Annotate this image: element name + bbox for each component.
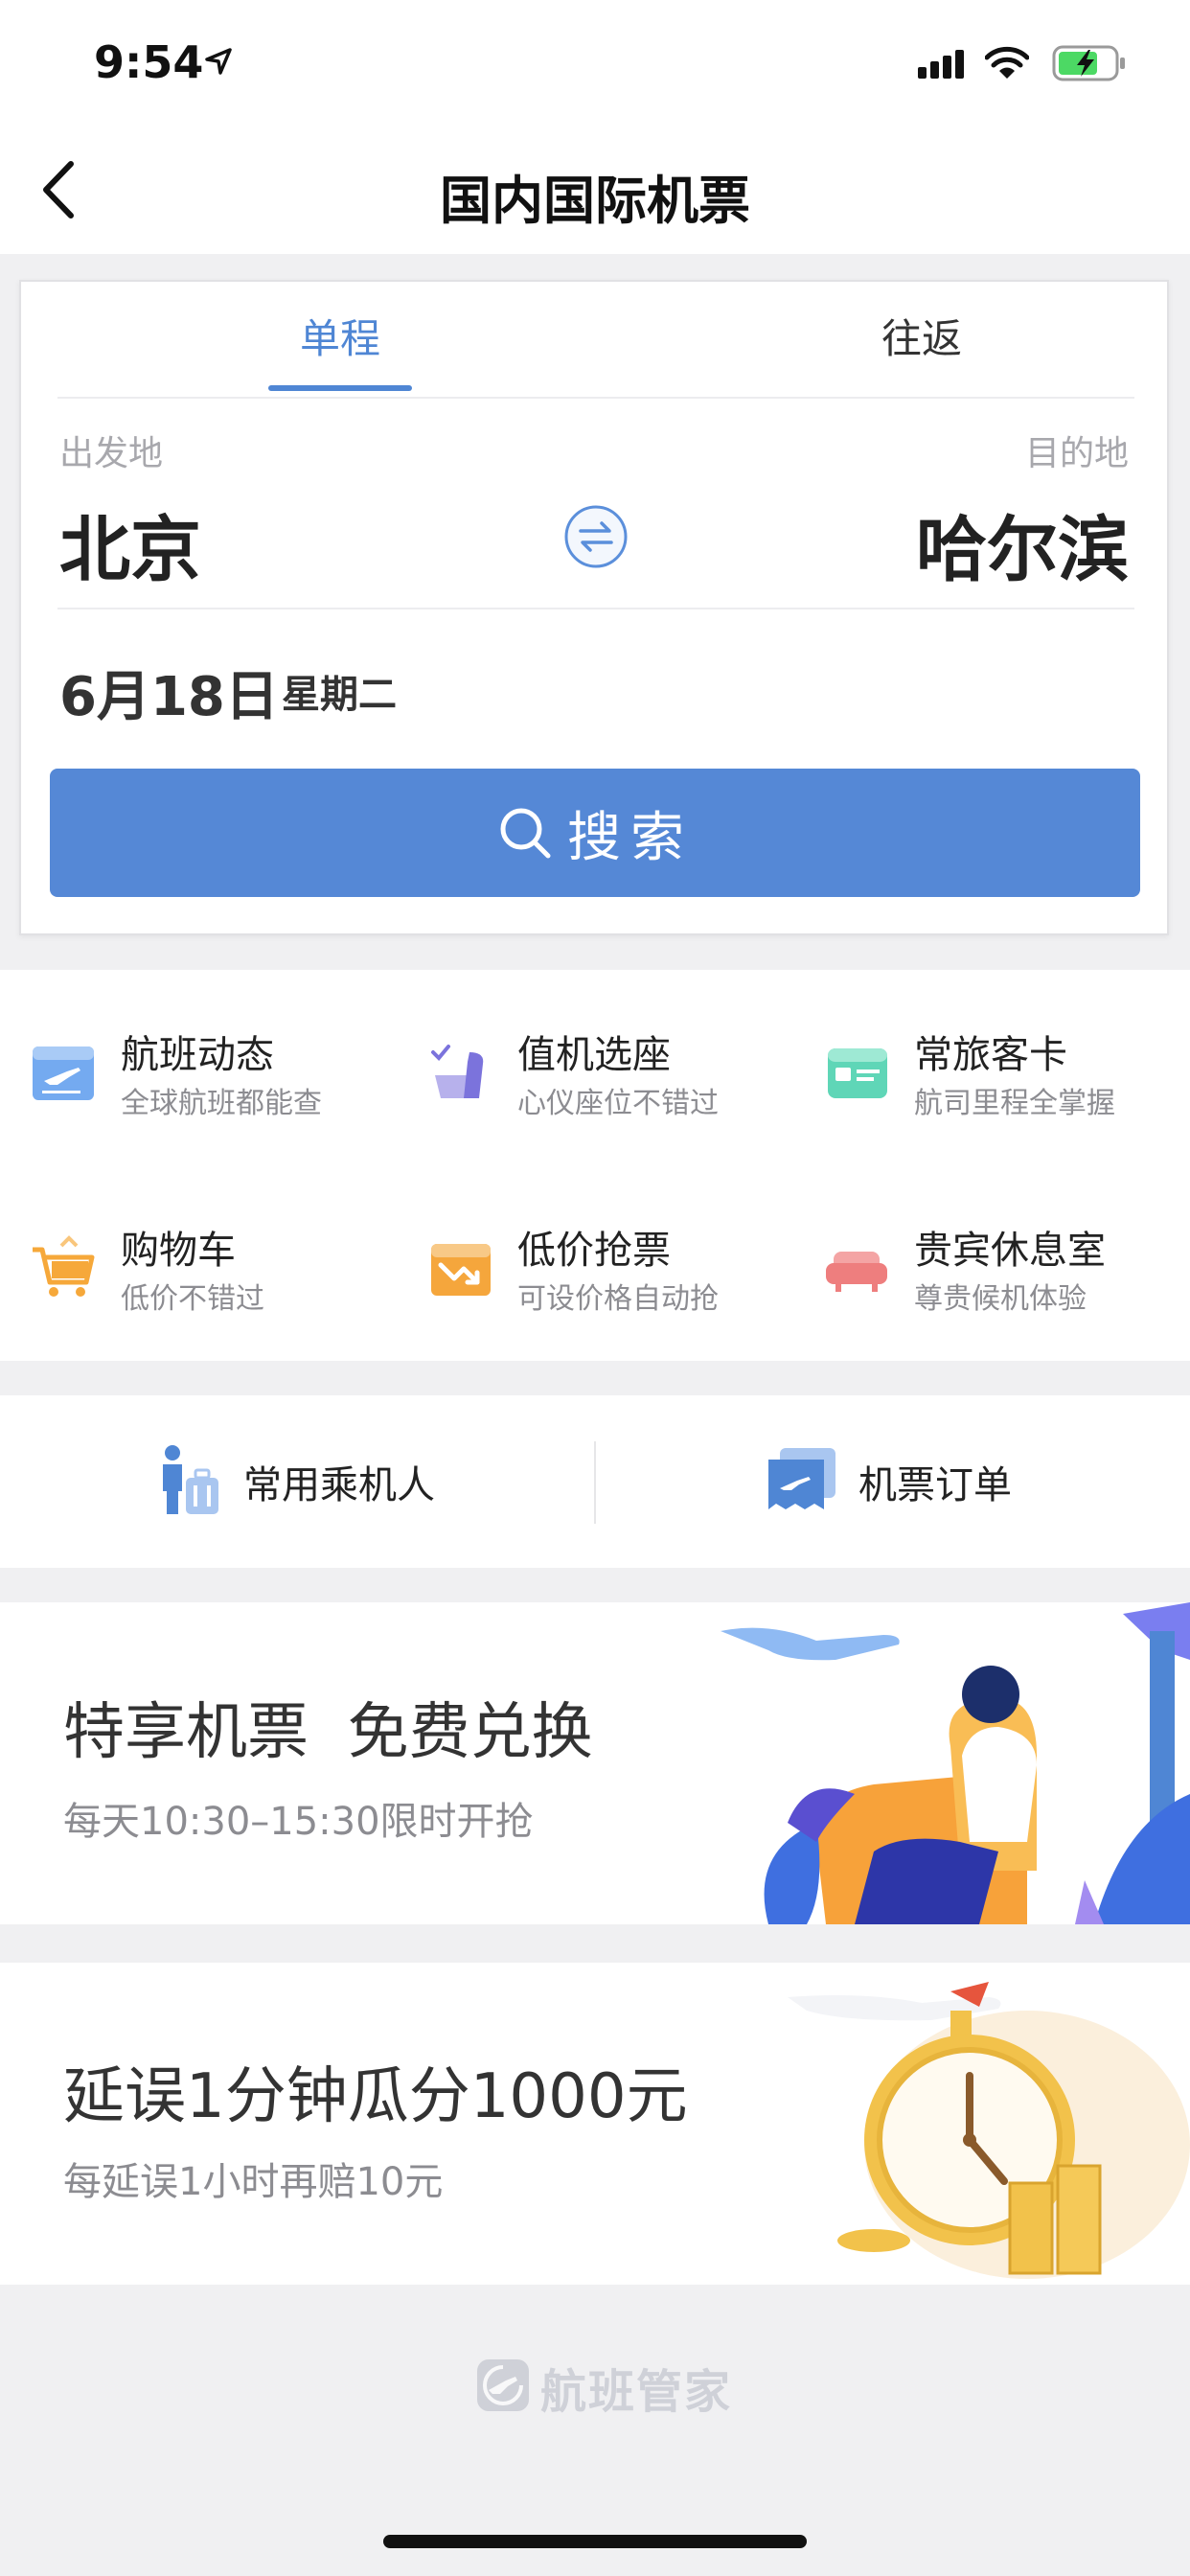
feature-grid: 航班动态 全球航班都能查 值机选座 心仪座位不错过 常旅客卡 航司里程全掌握 购…: [0, 970, 1190, 1361]
status-time: 9:54: [94, 36, 204, 88]
cellular-signal-icon: [918, 50, 970, 82]
frequent-passengers-link[interactable]: 常用乘机人: [155, 1395, 435, 1568]
departure-label: 出发地: [59, 434, 164, 473]
clock-coins-illustration: [788, 1963, 1190, 2285]
feature-subtitle: 航司里程全掌握: [914, 1087, 1115, 1120]
banner-subtitle: 每天10:30–15:30限时开抢: [63, 1800, 534, 1844]
feature-flight-status[interactable]: 航班动态 全球航班都能查: [0, 1010, 383, 1144]
promo-banner-delay-compensation[interactable]: 延误1分钟瓜分1000元 每延误1小时再赔10元: [0, 1963, 1190, 2285]
seat-icon: [425, 1039, 494, 1108]
feature-subtitle: 可设价格自动抢: [517, 1282, 719, 1316]
feature-title: 航班动态: [121, 1033, 274, 1077]
departure-weekday: 星期二: [282, 673, 397, 717]
active-tab-indicator: [268, 385, 412, 391]
city-divider: [57, 608, 1134, 610]
feature-subtitle: 全球航班都能查: [121, 1087, 322, 1120]
banner-title: 延误1分钟瓜分1000元: [63, 2061, 688, 2132]
feature-shopping-cart[interactable]: 购物车 低价不错过: [0, 1206, 383, 1340]
banner-subtitle: 每延误1小时再赔10元: [63, 2160, 444, 2204]
low-price-icon: [425, 1234, 494, 1303]
feature-subtitle: 低价不错过: [121, 1282, 264, 1316]
departure-date[interactable]: 6月18日: [59, 654, 279, 731]
brand-shield-icon: [475, 2358, 531, 2417]
destination-city[interactable]: 哈尔滨: [916, 493, 1129, 595]
feature-subtitle: 心仪座位不错过: [517, 1087, 719, 1120]
order-icon: [767, 1446, 839, 1517]
traveler-illustration: [711, 1602, 1190, 1924]
search-icon: [496, 804, 554, 862]
passenger-icon: [155, 1441, 224, 1522]
banner-title: 特享机票 免费兑换: [63, 1697, 593, 1768]
footer-brand-name: 航班管家: [540, 2365, 733, 2419]
promo-banner-free-ticket[interactable]: 特享机票 免费兑换 每天10:30–15:30限时开抢: [0, 1602, 1190, 1924]
feature-vip-lounge[interactable]: 贵宾休息室 尊贵候机体验: [793, 1206, 1177, 1340]
swap-cities-icon[interactable]: [563, 504, 629, 569]
search-button[interactable]: 搜索: [50, 769, 1140, 897]
flight-status-icon: [29, 1039, 98, 1108]
feature-title: 值机选座: [517, 1033, 671, 1077]
search-button-label: 搜索: [567, 806, 694, 869]
flight-orders-link[interactable]: 机票订单: [767, 1395, 1012, 1568]
quick-links-divider: [594, 1441, 596, 1524]
departure-city[interactable]: 北京: [59, 493, 201, 595]
feature-title: 低价抢票: [517, 1229, 671, 1273]
feature-low-price-grab[interactable]: 低价抢票 可设价格自动抢: [397, 1206, 780, 1340]
feature-title: 购物车: [121, 1229, 236, 1273]
feature-check-in-seat[interactable]: 值机选座 心仪座位不错过: [397, 1010, 780, 1144]
destination-label: 目的地: [1024, 434, 1129, 473]
member-card-icon: [822, 1039, 891, 1108]
footer-brand: 航班管家: [475, 2354, 732, 2421]
feature-subtitle: 尊贵候机体验: [914, 1282, 1087, 1316]
quick-links: 常用乘机人 机票订单: [0, 1395, 1190, 1568]
quick-link-label: 机票订单: [858, 1463, 1012, 1507]
wifi-icon: [984, 46, 1030, 84]
feature-frequent-flyer-card[interactable]: 常旅客卡 航司里程全掌握: [793, 1010, 1177, 1144]
battery-charging-icon: [1052, 44, 1127, 86]
tab-round-trip[interactable]: 往返: [845, 301, 998, 378]
tab-divider: [57, 397, 1134, 399]
home-indicator[interactable]: [383, 2535, 807, 2548]
feature-title: 贵宾休息室: [914, 1229, 1106, 1273]
cart-icon: [29, 1234, 98, 1303]
location-arrow-icon: [203, 46, 234, 80]
flight-search-card: 单程 往返 出发地 目的地 北京 哈尔滨 6月18日 星期二 搜索: [19, 280, 1169, 935]
page-title: 国内国际机票: [440, 171, 750, 231]
status-bar: 9:54: [0, 0, 1190, 129]
tab-one-way[interactable]: 单程: [268, 301, 412, 378]
feature-title: 常旅客卡: [914, 1033, 1067, 1077]
quick-link-label: 常用乘机人: [243, 1463, 435, 1507]
lounge-icon: [822, 1234, 891, 1303]
nav-bar: 国内国际机票: [0, 129, 1190, 254]
